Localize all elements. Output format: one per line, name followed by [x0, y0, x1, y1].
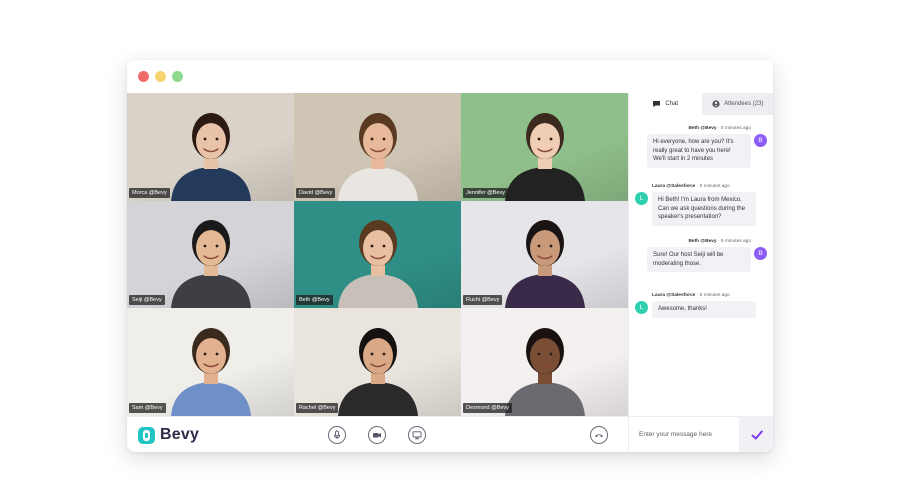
video-tile[interactable]: David @Bevy	[294, 93, 461, 201]
tab-chat-label: Chat	[665, 101, 679, 107]
message-time: · 5 minutes ago	[696, 293, 730, 298]
tab-attendees-label: Attendees (23)	[724, 101, 764, 107]
close-window-button[interactable]	[138, 71, 149, 82]
chat-message: Beth @Bevy · 5 minutes ago Hi everyone, h…	[647, 126, 751, 168]
message-author: Beth @Bevy	[688, 239, 717, 244]
video-tile[interactable]: Sam @Bevy	[127, 308, 294, 416]
chat-tabs: Chat Attendees (23)	[629, 93, 773, 115]
phone-hangup-icon	[595, 434, 603, 438]
author-avatar: B	[754, 247, 767, 260]
tab-attendees[interactable]: Attendees (23)	[701, 93, 773, 115]
message-bubble: Awesome, thanks!	[652, 301, 756, 318]
video-tile[interactable]: Ruchi @Bevy	[461, 200, 628, 309]
video-tile[interactable]: Rachel @Bevy	[294, 308, 461, 416]
message-author: Laura @Salesforce	[652, 184, 696, 189]
tab-chat[interactable]: Chat	[629, 93, 702, 115]
participant-name-tag: Seiji @Bevy	[129, 295, 165, 306]
participant-name-tag: Jennifer @Bevy	[463, 187, 508, 198]
send-button[interactable]	[739, 417, 773, 452]
participant-video	[170, 112, 251, 201]
participant-name-tag: Desmond @Bevy	[463, 402, 512, 413]
video-tile[interactable]: Desmond @Bevy	[461, 308, 628, 416]
participant-video	[504, 112, 585, 201]
message-bubble: Hi everyone, how are you? It's really gr…	[647, 134, 751, 168]
chat-bubble-icon	[653, 101, 661, 108]
bevy-logo-icon	[138, 426, 155, 444]
participant-video	[170, 327, 251, 416]
message-meta: Laura @Salesforce · 5 minutes ago	[652, 293, 756, 298]
bevy-logo: Bevy	[138, 425, 199, 445]
video-tile[interactable]: Jennifer @Bevy	[461, 93, 628, 201]
call-control-bar: Bevy	[127, 416, 628, 452]
video-tile[interactable]: Beth @Bevy	[294, 200, 461, 309]
message-meta: Beth @Bevy · 5 minutes ago	[647, 239, 751, 244]
video-tile[interactable]: Seiji @Bevy	[127, 200, 294, 309]
microphone-icon	[333, 430, 341, 439]
title-bar	[127, 60, 773, 93]
chat-panel: Chat Attendees (23) Beth @Bevy · 5 minut…	[628, 93, 773, 452]
hang-up-button[interactable]	[590, 426, 608, 444]
message-meta: Beth @Bevy · 5 minutes ago	[647, 126, 751, 131]
chat-message: Laura @Salesforce · 5 minutes ago Hi Beth…	[652, 184, 756, 226]
screen-share-button[interactable]	[408, 426, 426, 444]
author-avatar: L	[635, 301, 648, 314]
chat-message-input[interactable]	[629, 417, 739, 452]
participant-name-tag: Ruchi @Bevy	[463, 295, 503, 306]
minimize-window-button[interactable]	[155, 71, 166, 82]
participant-video	[170, 220, 251, 309]
participant-name-tag: Rachel @Bevy	[296, 402, 339, 413]
check-icon	[751, 430, 763, 439]
participant-video	[337, 220, 418, 309]
message-bubble: Sure! Our host Seiji will be moderating …	[647, 247, 751, 272]
participant-name-tag: David @Bevy	[296, 187, 336, 198]
participant-video	[337, 327, 418, 416]
participant-video	[337, 112, 418, 201]
message-time: · 5 minutes ago	[717, 126, 751, 131]
chat-message: Laura @Salesforce · 5 minutes ago Awesome…	[652, 293, 756, 318]
message-time: · 5 minutes ago	[696, 184, 730, 189]
bevy-logo-text: Bevy	[160, 426, 200, 443]
camera-button[interactable]	[368, 426, 386, 444]
participant-video	[504, 327, 585, 416]
message-time: · 5 minutes ago	[717, 239, 751, 244]
author-avatar: B	[754, 134, 767, 147]
message-author: Beth @Bevy	[688, 126, 717, 131]
video-tile[interactable]: Morca @Bevy	[127, 93, 294, 201]
screen-share-icon	[412, 431, 422, 440]
chat-message: Beth @Bevy · 5 minutes ago Sure! Our host…	[647, 239, 751, 272]
message-author: Laura @Salesforce	[652, 293, 696, 298]
participant-name-tag: Beth @Bevy	[296, 295, 333, 306]
participant-name-tag: Morca @Bevy	[129, 187, 170, 198]
message-bubble: Hi Beth! I'm Laura from Mexico. Can we a…	[652, 192, 756, 226]
maximize-window-button[interactable]	[172, 71, 183, 82]
participant-name-tag: Sam @Bevy	[129, 402, 166, 413]
camera-icon	[373, 433, 381, 438]
participant-video	[504, 220, 585, 309]
chat-composer	[629, 416, 773, 452]
message-meta: Laura @Salesforce · 5 minutes ago	[652, 184, 756, 189]
mute-button[interactable]	[328, 426, 346, 444]
user-icon	[712, 100, 720, 108]
author-avatar: L	[635, 192, 648, 205]
meeting-window: Morca @Bevy David @Bevy Jennifer @Bevy Seij…	[127, 60, 773, 452]
video-grid: Morca @Bevy David @Bevy Jennifer @Bevy Seij…	[127, 93, 628, 416]
